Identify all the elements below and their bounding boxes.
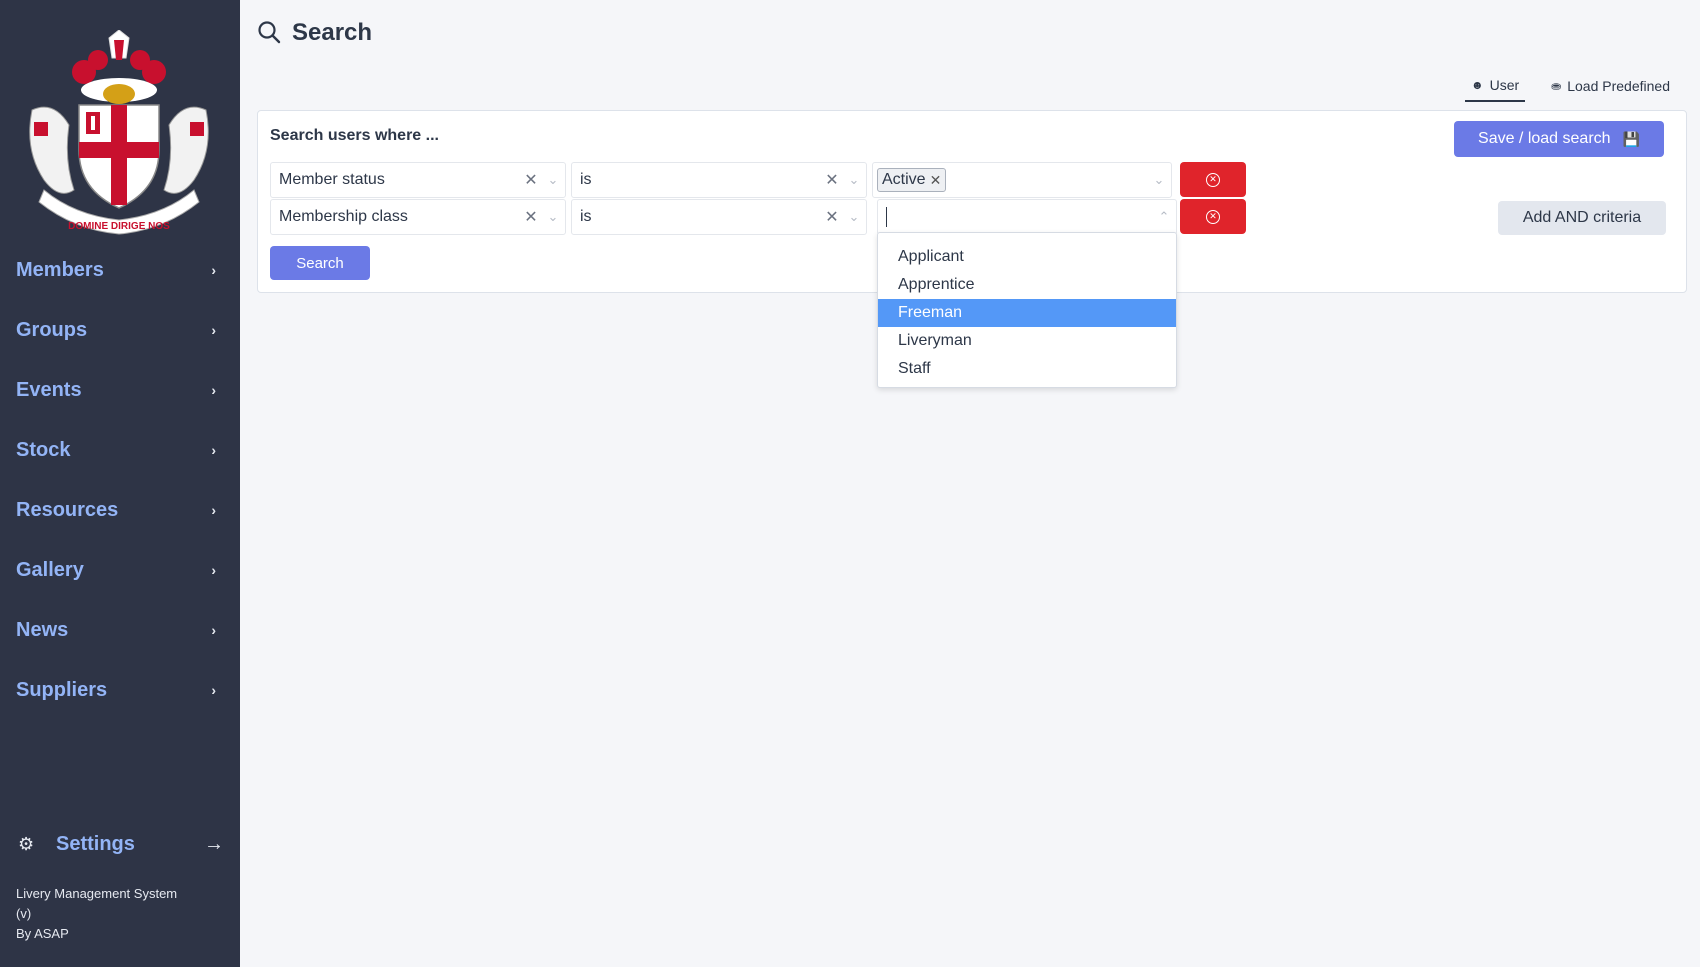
chevron-right-icon: › (211, 262, 216, 278)
panel-title: Search users where ... (270, 127, 439, 144)
sidebar-item-stock[interactable]: Stock › (0, 420, 240, 480)
sidebar-item-label: Suppliers (16, 678, 108, 701)
membership-class-options: Applicant Apprentice Freeman Liveryman S… (877, 232, 1177, 388)
sidebar-item-members[interactable]: Members › (0, 240, 240, 300)
option-apprentice[interactable]: Apprentice (878, 271, 1176, 299)
chevron-right-icon: › (211, 682, 216, 698)
close-circle-icon: ✕ (1206, 172, 1220, 187)
option-liveryman[interactable]: Liveryman (878, 327, 1176, 355)
tab-label: Load Predefined (1567, 78, 1670, 94)
chevron-down-icon[interactable]: ⌄ (842, 172, 866, 188)
criteria-1-value-select[interactable]: Active ✕ ⌄ (872, 162, 1172, 198)
criteria-2-operator-value: is (580, 208, 592, 225)
sidebar-item-label: Members (16, 258, 104, 281)
criteria-1-field-value: Member status (279, 171, 385, 188)
gear-icon: ⚙ (18, 833, 35, 854)
page-title: Search (256, 18, 372, 48)
remove-chip-icon[interactable]: ✕ (930, 172, 942, 189)
chevron-down-icon[interactable]: ⌄ (541, 209, 565, 225)
sidebar-item-events[interactable]: Events › (0, 360, 240, 420)
criteria-2-value-select[interactable]: ⌃ (877, 199, 1177, 235)
sidebar-item-label: Events (16, 378, 82, 401)
criteria-1-field-select[interactable]: Member status ✕ ⌄ (270, 162, 566, 198)
chevron-down-icon[interactable]: ⌄ (1147, 172, 1171, 188)
sidebar-item-gallery[interactable]: Gallery › (0, 540, 240, 600)
chevron-down-icon[interactable]: ⌄ (541, 172, 565, 188)
criteria-2-value-input[interactable] (878, 207, 1152, 227)
search-tabs: ☻ User ⛂ Load Predefined (1445, 70, 1676, 102)
save-load-search-label: Save / load search (1478, 130, 1611, 147)
remove-criteria-2-button[interactable]: ✕ (1180, 199, 1246, 234)
sidebar-item-label: Groups (16, 318, 88, 341)
criteria-1-operator-value: is (580, 171, 592, 188)
chevron-right-icon: › (211, 562, 216, 578)
option-applicant[interactable]: Applicant (878, 243, 1176, 271)
criteria-2-operator-select[interactable]: is ✕ ⌄ (571, 199, 867, 235)
chevron-right-icon: › (211, 502, 216, 518)
app-vendor: By ASAP (16, 926, 69, 941)
arrow-right-icon[interactable]: → (204, 833, 224, 856)
settings-label: Settings (56, 832, 135, 855)
sidebar-item-label: Stock (16, 438, 71, 461)
save-load-search-button[interactable]: Save / load search 💾 (1454, 121, 1664, 157)
page-title-text: Search (292, 19, 373, 46)
sidebar-item-news[interactable]: News › (0, 600, 240, 660)
sidebar-item-label: Resources (16, 498, 119, 521)
criteria-1-operator-select[interactable]: is ✕ ⌄ (571, 162, 867, 198)
app-version: (v) (16, 906, 32, 921)
sidebar-item-resources[interactable]: Resources › (0, 480, 240, 540)
sidebar-item-label: Gallery (16, 558, 84, 581)
save-icon: 💾 (1622, 130, 1640, 147)
option-freeman[interactable]: Freeman (878, 299, 1176, 327)
text-caret (886, 207, 887, 227)
tab-user[interactable]: ☻ User (1464, 70, 1526, 102)
app-name: Livery Management System (16, 886, 178, 901)
chevron-up-icon[interactable]: ⌃ (1152, 209, 1176, 225)
tab-load-predefined[interactable]: ⛂ Load Predefined (1545, 70, 1676, 102)
add-and-criteria-label: Add AND criteria (1522, 209, 1642, 226)
coat-of-arms-logo: DOMINE DIRIGE NOS (14, 29, 224, 240)
close-circle-icon: ✕ (1206, 209, 1220, 224)
chevron-right-icon: › (211, 442, 216, 458)
chevron-right-icon: › (211, 622, 216, 638)
chevron-right-icon: › (211, 382, 216, 398)
clear-icon[interactable]: ✕ (822, 207, 842, 227)
criteria-2-field-select[interactable]: Membership class ✕ ⌄ (270, 199, 566, 235)
remove-criteria-1-button[interactable]: ✕ (1180, 162, 1246, 197)
user-icon: ☻ (1470, 78, 1484, 92)
sidebar-nav: Members › Groups › Events › Stock › Reso… (0, 240, 240, 720)
sidebar-item-label: News (16, 618, 69, 641)
chevron-down-icon[interactable]: ⌄ (842, 209, 866, 225)
chevron-right-icon: › (211, 322, 216, 338)
option-staff[interactable]: Staff (878, 355, 1176, 383)
value-chip-label: Active (882, 171, 926, 188)
criteria-1-values: Active ✕ (873, 168, 1147, 192)
clear-icon[interactable]: ✕ (521, 207, 541, 227)
sidebar-item-suppliers[interactable]: Suppliers › (0, 660, 240, 720)
search-icon (258, 21, 281, 44)
sidebar-item-groups[interactable]: Groups › (0, 300, 240, 360)
clear-icon[interactable]: ✕ (822, 170, 842, 190)
search-button-label: Search (296, 254, 344, 272)
database-icon: ⛂ (1551, 79, 1562, 93)
sidebar: DOMINE DIRIGE NOS Members › Groups › Eve… (0, 0, 240, 967)
sidebar-footer: Livery Management System (v) By ASAP (16, 884, 226, 944)
search-button[interactable]: Search (270, 246, 370, 280)
criteria-2-field-value: Membership class (279, 208, 408, 225)
value-chip: Active ✕ (877, 168, 947, 192)
clear-icon[interactable]: ✕ (521, 170, 541, 190)
logo-motto: DOMINE DIRIGE NOS (68, 221, 170, 232)
tab-label: User (1489, 77, 1520, 93)
sidebar-item-settings[interactable]: ⚙ Settings → (18, 828, 224, 860)
add-and-criteria-button[interactable]: Add AND criteria (1498, 201, 1666, 235)
